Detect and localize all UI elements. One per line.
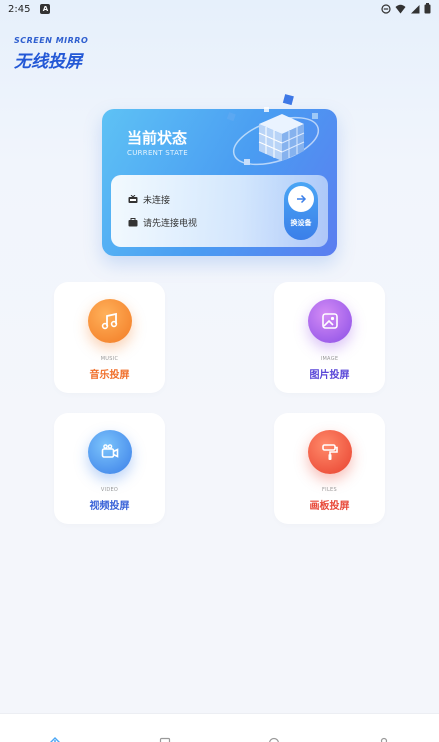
image-tile-en: IMAGE [320,356,339,362]
nav-home[interactable] [25,714,85,742]
do-not-disturb-icon [381,3,391,14]
image-icon [308,299,352,343]
current-state-card: 当前状态 CURRENT STATE 未连接 请先连接电视 换设备 [102,94,337,256]
hint-text: 请先连接电视 [143,219,198,229]
video-cast-tile[interactable]: VIDEO 视频投屏 [54,413,165,524]
brand-title: 无线投屏 [14,52,82,72]
state-info-panel: 未连接 请先连接电视 换设备 [111,175,328,247]
battery-icon [424,3,431,14]
notification-a-icon: A [40,4,51,14]
nav-profile[interactable] [354,714,414,742]
status-bar: 2:45 A [0,0,439,18]
connection-status-row: 未连接 [128,193,170,206]
home-icon [49,737,60,742]
image-tile-label: 图片投屏 [309,370,350,381]
tv-icon [128,195,138,203]
files-tile-label: 画板投屏 [309,501,350,512]
nav-discover[interactable] [244,714,304,742]
switch-device-label: 换设备 [290,219,312,227]
music-tile-en: MUSIC [100,356,119,362]
music-tile-label: 音乐投屏 [89,370,130,381]
paint-roller-icon [308,430,352,474]
music-cast-tile[interactable]: MUSIC 音乐投屏 [54,282,165,393]
connection-status-text: 未连接 [143,196,171,206]
nav-cast[interactable] [135,714,195,742]
signal-icon [411,4,420,13]
brand-english: SCREEN MIRRO [14,36,89,45]
cube-illustration-icon [226,94,320,166]
files-cast-tile[interactable]: FILES 画板投屏 [274,413,385,524]
image-cast-tile[interactable]: IMAGE 图片投屏 [274,282,385,393]
profile-icon [381,737,388,742]
switch-device-button[interactable]: 换设备 [284,182,318,240]
video-camera-icon [88,430,132,474]
status-icons [381,3,431,14]
brand: SCREEN MIRRO 无线投屏 [14,36,88,72]
status-time: 2:45 [8,3,31,15]
bottom-nav [0,713,439,742]
arrow-right-icon [288,186,314,212]
briefcase-icon [128,218,138,227]
music-note-icon [88,299,132,343]
cast-icon [159,737,170,742]
discover-icon [269,737,280,742]
state-subtitle: CURRENT STATE [127,149,188,157]
state-title: 当前状态 [127,129,188,147]
wifi-icon [395,4,406,13]
hint-row: 请先连接电视 [128,216,197,229]
video-tile-label: 视频投屏 [89,501,130,512]
video-tile-en: VIDEO [100,487,119,493]
files-tile-en: FILES [322,487,337,493]
